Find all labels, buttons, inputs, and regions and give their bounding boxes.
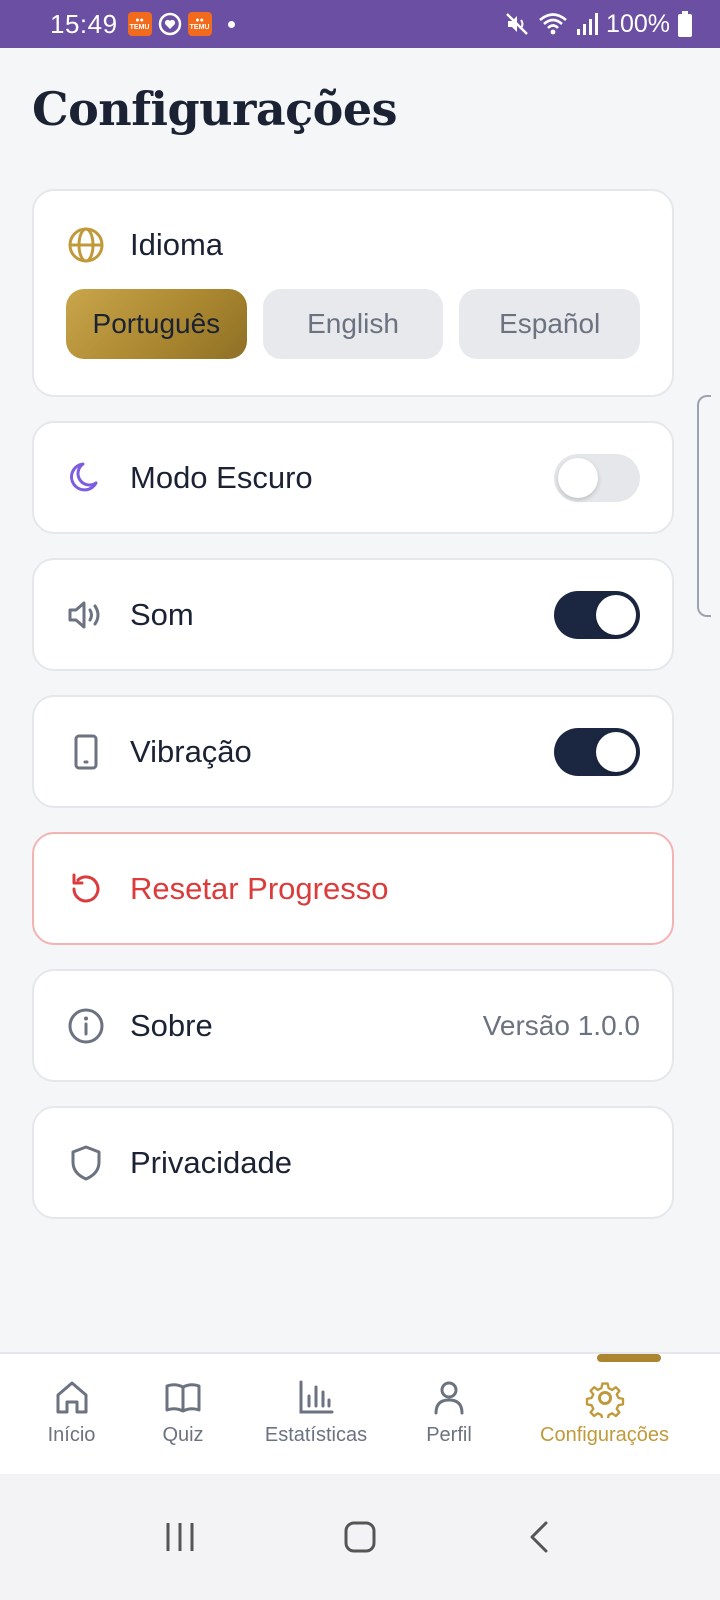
battery-percent: 100% bbox=[606, 9, 670, 38]
temu-app-icon: ●● TEMU bbox=[127, 12, 152, 36]
vibration-toggle[interactable] bbox=[554, 727, 640, 776]
speaker-icon bbox=[66, 595, 106, 635]
sound-label: Som bbox=[130, 596, 194, 632]
toggle-knob bbox=[596, 594, 636, 635]
phone-icon bbox=[66, 732, 106, 772]
sound-toggle[interactable] bbox=[554, 590, 640, 639]
mute-icon bbox=[506, 13, 528, 35]
language-option-portuguese[interactable]: Português bbox=[66, 289, 247, 359]
home-icon bbox=[56, 1381, 87, 1414]
nav-label-quiz: Quiz bbox=[162, 1424, 204, 1446]
bar-chart-icon bbox=[299, 1380, 334, 1414]
vibration-card: Vibração bbox=[32, 695, 674, 808]
about-label: Sobre bbox=[130, 1007, 213, 1043]
app-version: Versão 1.0.0 bbox=[482, 1009, 640, 1041]
temu-app-icon-2: ●● TEMU bbox=[187, 12, 212, 36]
reset-progress-label: Resetar Progresso bbox=[130, 870, 389, 906]
reset-progress-button[interactable]: Resetar Progresso bbox=[32, 832, 674, 945]
system-nav-bar bbox=[0, 1474, 720, 1600]
language-option-spanish[interactable]: Español bbox=[459, 289, 641, 359]
nav-item-statistics[interactable]: Estatísticas bbox=[223, 1354, 409, 1474]
globe-icon bbox=[66, 225, 106, 265]
dark-mode-label: Modo Escuro bbox=[130, 459, 313, 495]
privacy-card[interactable]: Privacidade bbox=[32, 1106, 674, 1219]
back-icon[interactable] bbox=[523, 1520, 557, 1554]
info-icon bbox=[66, 1006, 106, 1046]
notification-icons: ●● TEMU ●● TEMU bbox=[127, 12, 212, 36]
signal-icon bbox=[577, 13, 599, 35]
status-bar: 15:49 ●● TEMU ●● TEMU 100% bbox=[0, 0, 720, 48]
nav-item-quiz[interactable]: Quiz bbox=[143, 1354, 223, 1474]
user-icon bbox=[434, 1381, 464, 1415]
book-icon bbox=[165, 1383, 201, 1413]
heart-app-icon bbox=[158, 12, 181, 36]
shield-icon bbox=[66, 1143, 106, 1183]
more-notifications-dot bbox=[227, 20, 235, 28]
privacy-label: Privacidade bbox=[130, 1144, 292, 1180]
language-label: Idioma bbox=[130, 227, 224, 262]
nav-label-settings: Configurações bbox=[540, 1424, 669, 1446]
battery-icon bbox=[678, 11, 692, 37]
dark-mode-toggle[interactable] bbox=[554, 453, 640, 502]
language-option-english[interactable]: English bbox=[262, 289, 444, 359]
toggle-knob bbox=[558, 457, 598, 498]
nav-item-home[interactable]: Início bbox=[0, 1354, 143, 1474]
sound-card: Som bbox=[32, 558, 674, 671]
nav-item-settings[interactable]: Configurações bbox=[489, 1354, 720, 1474]
toggle-knob bbox=[596, 731, 636, 772]
page-title: Configurações bbox=[32, 82, 398, 136]
nav-item-profile[interactable]: Perfil bbox=[409, 1354, 489, 1474]
gear-icon bbox=[585, 1382, 624, 1418]
wifi-icon bbox=[539, 13, 567, 35]
bottom-nav: Início Quiz Estatísticas Perfil Configur… bbox=[0, 1352, 720, 1474]
reset-icon bbox=[66, 869, 106, 909]
about-card[interactable]: Sobre Versão 1.0.0 bbox=[32, 969, 674, 1082]
dark-mode-card: Modo Escuro bbox=[32, 421, 674, 534]
status-time: 15:49 bbox=[50, 8, 118, 39]
language-card: Idioma Português English Español bbox=[32, 189, 674, 397]
moon-icon bbox=[66, 458, 106, 498]
recent-apps-icon[interactable] bbox=[163, 1520, 197, 1554]
nav-label-statistics: Estatísticas bbox=[264, 1424, 368, 1446]
home-button-icon[interactable] bbox=[343, 1520, 377, 1554]
vibration-label: Vibração bbox=[130, 733, 252, 769]
active-tab-indicator bbox=[597, 1354, 661, 1362]
edge-panel-handle[interactable] bbox=[697, 395, 711, 617]
nav-label-home: Início bbox=[47, 1424, 96, 1446]
nav-label-profile: Perfil bbox=[426, 1424, 472, 1446]
